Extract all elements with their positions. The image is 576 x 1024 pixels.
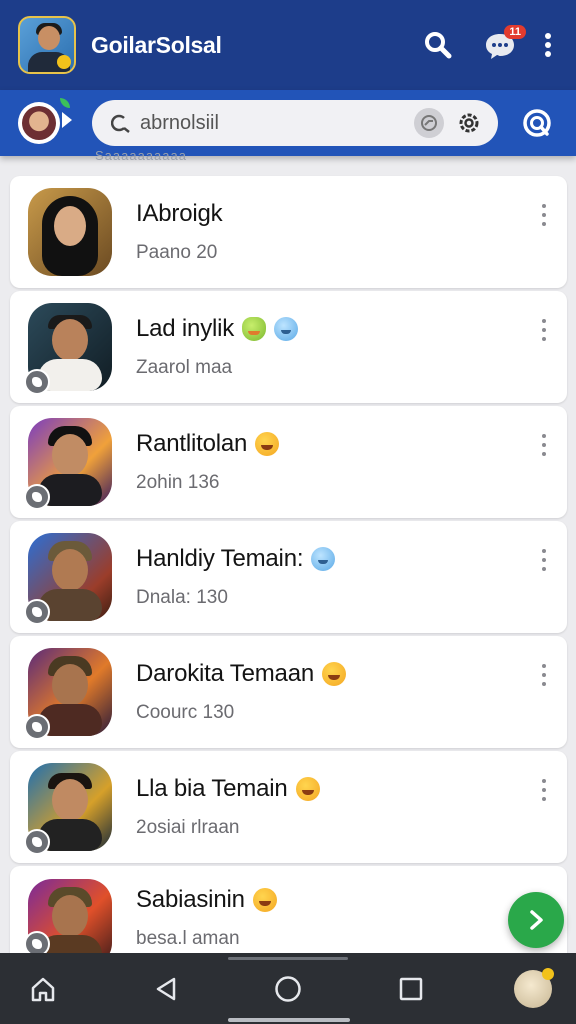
smile-emoji-icon [274, 317, 299, 341]
home-circle-icon [275, 975, 301, 1002]
grin-emoji-icon [322, 662, 346, 686]
contact-options-button[interactable] [539, 319, 549, 341]
contact-avatar [28, 188, 112, 276]
contact-avatar [24, 533, 112, 625]
chat-button[interactable]: 11 [480, 25, 526, 65]
contact-name: IAbroigk [136, 200, 223, 227]
assistant-avatar-icon [514, 967, 554, 1008]
scroll-hint-text: Saaaaaaaaaa [95, 148, 187, 163]
grin-emoji-icon [295, 777, 320, 801]
contact-subtitle: Zaarol maa [136, 357, 233, 378]
contact-name: Lad inylik [136, 315, 235, 342]
new-chat-fab[interactable] [508, 892, 564, 948]
contact-card[interactable]: Darokita Temaan Coourc 130 [10, 636, 567, 748]
app-title: GoilarSolsal [91, 31, 222, 58]
home-button[interactable] [22, 968, 64, 1010]
contact-list: IAbroigk Paano 20 Lad inylik Zaarol maa … [10, 176, 567, 967]
filter-settings-button[interactable] [454, 108, 484, 138]
status-icon [523, 109, 551, 137]
assistant-button[interactable] [512, 967, 554, 1010]
search-button[interactable] [418, 25, 458, 65]
chevron-right-icon [530, 910, 543, 930]
profile-avatar[interactable] [18, 98, 72, 144]
search-input[interactable] [140, 111, 414, 135]
back-icon [156, 977, 175, 1000]
contact-card[interactable]: Hanldiy Temain: Dnala: 130 [10, 521, 567, 633]
grin-emoji-icon [255, 432, 280, 456]
home-circle-button[interactable] [267, 968, 309, 1010]
grin-emoji-icon [252, 888, 277, 912]
gear-icon [459, 113, 479, 133]
frog-emoji-icon [242, 317, 267, 341]
contact-options-button[interactable] [539, 204, 549, 226]
nav-handle [228, 957, 348, 960]
contact-card[interactable]: IAbroigk Paano 20 [10, 176, 567, 288]
contact-name: Rantlitolan [136, 430, 248, 457]
contact-card[interactable]: Sabiasinin besa.l aman [10, 866, 567, 967]
contact-badge-icon [24, 599, 50, 625]
contact-badge-icon [24, 829, 50, 855]
contact-subtitle: Paano 20 [136, 242, 218, 263]
contact-avatar [24, 648, 112, 740]
contact-options-button[interactable] [539, 434, 549, 456]
contact-subtitle: Coourc 130 [136, 702, 235, 723]
notification-badge: 11 [504, 25, 526, 39]
gesture-bar [228, 1018, 350, 1022]
contact-badge-icon [24, 369, 50, 395]
contact-name: Sabiasinin [136, 886, 245, 913]
contact-avatar [24, 763, 112, 855]
contact-subtitle: Dnala: 130 [136, 587, 228, 608]
search-box[interactable] [92, 100, 498, 146]
contact-name: Lla bia Temain [136, 775, 288, 802]
contact-avatar [24, 303, 112, 395]
contact-card[interactable]: Lad inylik Zaarol maa [10, 291, 567, 403]
contact-subtitle: 2ohin 136 [136, 472, 220, 493]
system-nav-bar [0, 953, 576, 1024]
status-button[interactable] [520, 106, 554, 140]
recents-button[interactable] [390, 968, 432, 1010]
contact-card[interactable]: Lla bia Temain 2osiai rlraan [10, 751, 567, 863]
contact-badge-icon [24, 484, 50, 510]
clear-search-icon[interactable] [414, 108, 444, 138]
contact-options-button[interactable] [539, 779, 549, 801]
contact-name: Hanldiy Temain: [136, 545, 304, 572]
contact-badge-icon [24, 714, 50, 740]
search-icon [425, 32, 452, 59]
contact-card[interactable]: Rantlitolan 2ohin 136 [10, 406, 567, 518]
app-logo [18, 16, 76, 74]
smile-emoji-icon [311, 547, 336, 571]
recents-icon [399, 977, 422, 1000]
back-button[interactable] [145, 968, 187, 1010]
search-icon [110, 112, 132, 134]
home-icon [31, 977, 55, 1001]
contact-options-button[interactable] [539, 549, 549, 571]
menu-button[interactable] [538, 25, 558, 65]
contact-avatar [24, 418, 112, 510]
app-bar: GoilarSolsal 11 [0, 0, 576, 90]
contact-name: Darokita Temaan [136, 660, 314, 687]
contact-subtitle: besa.l aman [136, 928, 240, 949]
more-vert-icon [545, 33, 551, 57]
contact-subtitle: 2osiai rlraan [136, 817, 240, 838]
search-row [0, 90, 576, 156]
contact-options-button[interactable] [539, 664, 549, 686]
